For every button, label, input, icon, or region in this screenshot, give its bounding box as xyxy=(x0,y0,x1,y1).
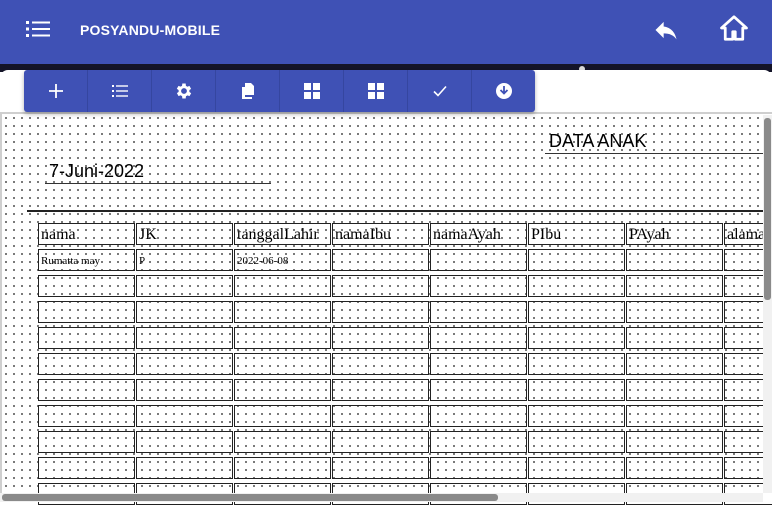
reply-back-icon[interactable] xyxy=(652,16,680,44)
table-cell[interactable] xyxy=(528,353,625,375)
column-header-nama[interactable]: nama xyxy=(38,223,135,245)
table-cell[interactable] xyxy=(626,431,723,453)
table-cell[interactable] xyxy=(332,405,429,427)
table-cell[interactable] xyxy=(430,301,527,323)
table-cell[interactable]: 2022-06-08 xyxy=(234,249,331,271)
table-cell[interactable] xyxy=(332,275,429,297)
date-underline xyxy=(45,183,271,184)
grid-alt-icon xyxy=(367,83,384,99)
table-cell[interactable] xyxy=(136,431,233,453)
table-cell[interactable] xyxy=(234,327,331,349)
table-cell[interactable] xyxy=(430,249,527,271)
table-cell[interactable] xyxy=(136,405,233,427)
table-cell[interactable] xyxy=(528,431,625,453)
table-cell[interactable] xyxy=(38,457,135,479)
table-cell[interactable] xyxy=(332,379,429,401)
list-menu-icon[interactable] xyxy=(26,19,50,39)
table-cell[interactable] xyxy=(626,327,723,349)
table-cell[interactable] xyxy=(332,327,429,349)
table-cell[interactable] xyxy=(528,457,625,479)
table-cell[interactable]: P xyxy=(136,249,233,271)
table-cell[interactable] xyxy=(234,301,331,323)
table-cell[interactable] xyxy=(528,249,625,271)
column-header-jk[interactable]: JK xyxy=(136,223,233,245)
column-header-nama-ayah[interactable]: namaAyah xyxy=(430,223,527,245)
table-cell[interactable] xyxy=(234,457,331,479)
table-cell[interactable] xyxy=(430,457,527,479)
app-title: POSYANDU-MOBILE xyxy=(80,22,221,38)
table-cell[interactable] xyxy=(38,353,135,375)
table-cell[interactable] xyxy=(626,301,723,323)
settings-button[interactable] xyxy=(152,70,216,112)
grid-alt-button[interactable] xyxy=(344,70,408,112)
horizontal-scrollbar-thumb[interactable] xyxy=(2,494,498,501)
gear-icon xyxy=(176,83,191,99)
vertical-scrollbar-thumb[interactable] xyxy=(764,118,771,300)
table-cell[interactable] xyxy=(332,301,429,323)
grid-button[interactable] xyxy=(280,70,344,112)
app-bar: POSYANDU-MOBILE xyxy=(0,0,772,64)
document-title[interactable]: DATA ANAK xyxy=(549,131,646,152)
confirm-button[interactable] xyxy=(408,70,472,112)
column-header-p-ayah[interactable]: PAyah xyxy=(626,223,723,245)
table-cell[interactable] xyxy=(234,405,331,427)
table-cell[interactable] xyxy=(528,275,625,297)
horizontal-rule xyxy=(27,210,772,212)
table-cell[interactable] xyxy=(626,379,723,401)
title-underline xyxy=(545,153,772,154)
table-cell[interactable] xyxy=(38,275,135,297)
add-button[interactable] xyxy=(24,70,88,112)
table-cell[interactable] xyxy=(332,249,429,271)
table-cell[interactable] xyxy=(430,327,527,349)
table-cell[interactable] xyxy=(136,301,233,323)
check-icon xyxy=(432,85,447,97)
table-cell[interactable] xyxy=(234,275,331,297)
editor-toolbar xyxy=(24,70,535,112)
table-cell[interactable] xyxy=(234,353,331,375)
table-cell[interactable] xyxy=(528,301,625,323)
column-header-nama-ibu[interactable]: namaIbu xyxy=(332,223,429,245)
table-cell[interactable] xyxy=(38,379,135,401)
column-header-tanggal-lahir[interactable]: tanggalLahir xyxy=(234,223,331,245)
plus-icon xyxy=(48,84,63,98)
table-cell[interactable] xyxy=(136,457,233,479)
column-header-p-ibu[interactable]: PIbu xyxy=(528,223,625,245)
table-cell[interactable] xyxy=(430,405,527,427)
document-date[interactable]: 7-Juni-2022 xyxy=(49,161,144,182)
table-cell[interactable] xyxy=(430,431,527,453)
download-circle-icon xyxy=(495,83,512,99)
table-cell[interactable] xyxy=(528,379,625,401)
table-cell[interactable] xyxy=(136,379,233,401)
table-cell[interactable]: Rumatta may xyxy=(38,249,135,271)
table-cell[interactable] xyxy=(430,353,527,375)
table-cell[interactable] xyxy=(136,353,233,375)
table-cell[interactable] xyxy=(332,431,429,453)
table-cell[interactable] xyxy=(332,457,429,479)
table-cell[interactable] xyxy=(136,275,233,297)
table-cell[interactable] xyxy=(626,353,723,375)
table-cell[interactable] xyxy=(626,405,723,427)
paste-button[interactable] xyxy=(216,70,280,112)
download-button[interactable] xyxy=(472,70,535,112)
table-cell[interactable] xyxy=(234,431,331,453)
table-cell[interactable] xyxy=(38,327,135,349)
table-cell[interactable] xyxy=(528,405,625,427)
home-icon[interactable] xyxy=(719,13,749,43)
table-cell[interactable] xyxy=(430,275,527,297)
table-cell[interactable] xyxy=(626,249,723,271)
table-cell[interactable] xyxy=(626,275,723,297)
table-cell[interactable] xyxy=(332,353,429,375)
table-cell[interactable] xyxy=(430,379,527,401)
table-cell[interactable] xyxy=(234,379,331,401)
grid-icon xyxy=(303,83,320,99)
table-cell[interactable] xyxy=(38,431,135,453)
paste-icon xyxy=(241,83,254,99)
table-cell[interactable] xyxy=(626,457,723,479)
table-cell[interactable] xyxy=(528,327,625,349)
list-icon xyxy=(111,85,128,97)
table-cell[interactable] xyxy=(38,405,135,427)
table-cell[interactable] xyxy=(136,327,233,349)
table-cell[interactable] xyxy=(38,301,135,323)
list-button[interactable] xyxy=(88,70,152,112)
